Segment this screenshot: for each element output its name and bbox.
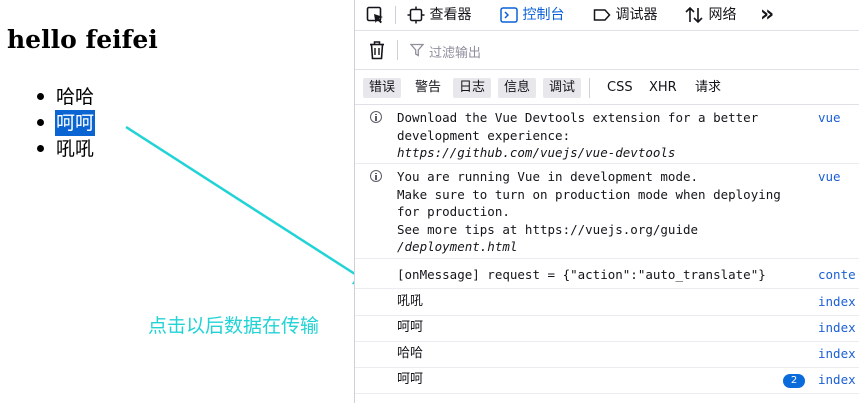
console-message[interactable]: You are running Vue in development mode.… <box>355 164 859 259</box>
console-message[interactable]: Download the Vue Devtools extension for … <box>355 105 859 164</box>
debugger-icon <box>593 9 611 21</box>
message-source-link[interactable]: vue <box>818 109 859 127</box>
message-text: 呵呵 <box>397 372 424 387</box>
tab-network-label: 网络 <box>708 7 737 23</box>
filter-input[interactable]: 过滤输出 <box>429 42 481 61</box>
bullet <box>37 119 44 126</box>
console-icon <box>500 7 518 23</box>
level-logs[interactable]: 日志 <box>453 78 492 98</box>
tab-inspector[interactable]: 查看器 <box>407 0 471 30</box>
devtools-toolbar: 查看器 控制台 调试器 网络 » <box>355 0 859 31</box>
filter-divider <box>397 40 398 60</box>
tab-debugger[interactable]: 调试器 <box>593 0 657 30</box>
repeat-count-badge: 2 <box>783 374 805 388</box>
level-info[interactable]: 信息 <box>498 78 537 98</box>
type-css[interactable]: CSS <box>601 78 639 98</box>
bullet <box>37 93 44 100</box>
level-divider <box>589 78 590 98</box>
message-source-link[interactable]: conte <box>818 266 859 284</box>
info-icon <box>370 170 382 182</box>
devtools-panel: 查看器 控制台 调试器 网络 » 过滤输出 错误 警告 日志 信息 调试 CSS… <box>354 0 859 403</box>
web-page: hello feifei 哈哈 呵呵 吼吼 点击以后数据在传输 <box>0 0 354 403</box>
message-text: 哈哈 <box>397 346 424 361</box>
console-message[interactable]: 呵呵 2 index <box>355 367 859 394</box>
list-item-label[interactable]: 吼吼 <box>55 136 95 162</box>
tab-console[interactable]: 控制台 <box>500 0 564 30</box>
tab-console-label: 控制台 <box>522 7 565 23</box>
filter-bar: 过滤输出 <box>355 31 859 70</box>
pick-element-icon <box>366 6 383 24</box>
level-errors[interactable]: 错误 <box>363 78 402 98</box>
message-source-link[interactable]: vue <box>818 168 859 186</box>
level-debug[interactable]: 调试 <box>543 78 582 98</box>
bullet <box>37 145 44 152</box>
message-source-link[interactable]: index <box>818 293 859 311</box>
message-text: Download the Vue Devtools extension for … <box>397 110 759 160</box>
level-warnings[interactable]: 警告 <box>409 78 447 98</box>
log-level-filters: 错误 警告 日志 信息 调试 CSS XHR 请求 <box>355 70 859 105</box>
inspector-icon <box>407 6 425 24</box>
trash-icon[interactable] <box>368 40 386 64</box>
message-text: You are running Vue in development mode.… <box>397 169 781 254</box>
console-output: Download the Vue Devtools extension for … <box>355 105 859 403</box>
console-message[interactable]: 呵呵 index <box>355 315 859 342</box>
type-requests[interactable]: 请求 <box>689 78 727 98</box>
message-source-link[interactable]: index <box>818 345 859 363</box>
list-item-label[interactable]: 哈哈 <box>55 84 95 110</box>
tab-network[interactable]: 网络 <box>684 0 736 30</box>
message-text: 呵呵 <box>397 320 424 335</box>
toolbar-divider <box>395 6 396 24</box>
message-source-link[interactable]: index <box>818 319 859 337</box>
more-tabs-chevron-icon[interactable]: » <box>760 0 774 30</box>
info-icon <box>370 111 382 123</box>
console-message[interactable]: 哈哈 index <box>355 341 859 368</box>
page-title: hello feifei <box>7 25 158 54</box>
tab-debugger-label: 调试器 <box>615 7 658 23</box>
filter-icon <box>409 43 425 61</box>
type-xhr[interactable]: XHR <box>643 78 683 98</box>
console-message[interactable]: [onMessage] request = {"action":"auto_tr… <box>355 262 859 289</box>
message-source-link[interactable]: index <box>818 371 859 389</box>
network-icon <box>685 6 703 24</box>
list-item-label-selected[interactable]: 呵呵 <box>55 110 96 136</box>
console-message[interactable]: 吼吼 index <box>355 289 859 316</box>
message-text: 吼吼 <box>397 294 424 309</box>
pick-element-button[interactable] <box>365 0 385 30</box>
tab-inspector-label: 查看器 <box>429 7 472 23</box>
annotation-text: 点击以后数据在传输 <box>148 315 320 337</box>
message-text: [onMessage] request = {"action":"auto_tr… <box>397 267 766 282</box>
